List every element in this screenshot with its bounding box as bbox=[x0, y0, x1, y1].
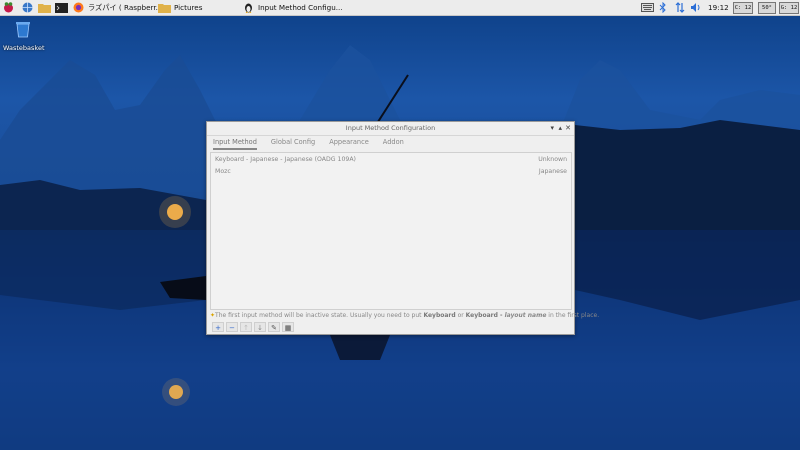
network-icon[interactable] bbox=[675, 0, 685, 15]
tab-global-config[interactable]: Global Config bbox=[271, 138, 315, 150]
wastebasket-desktop-icon[interactable]: Wastebasket bbox=[3, 20, 45, 52]
folder-icon bbox=[158, 4, 171, 13]
move-down-button[interactable]: ↓ bbox=[254, 322, 266, 332]
task-label: Pictures bbox=[174, 3, 203, 12]
firefox-icon[interactable] bbox=[73, 0, 84, 15]
browser-globe-icon[interactable] bbox=[22, 0, 33, 15]
input-method-name: Keyboard - Japanese - Japanese (OADG 109… bbox=[215, 156, 356, 163]
wastebasket-label: Wastebasket bbox=[3, 44, 45, 52]
list-toolbar: + − ↑ ↓ ✎ ▦ bbox=[212, 322, 296, 332]
temperature-monitor[interactable]: 50° bbox=[758, 2, 776, 14]
add-button[interactable]: + bbox=[212, 322, 224, 332]
maximize-icon[interactable]: ▴ bbox=[558, 124, 562, 132]
list-item[interactable]: Mozc Japanese bbox=[211, 167, 571, 177]
trash-icon bbox=[16, 22, 30, 38]
minimize-icon[interactable]: ▾ bbox=[550, 124, 554, 132]
penguin-icon bbox=[245, 3, 252, 13]
list-item[interactable]: Keyboard - Japanese - Japanese (OADG 109… bbox=[211, 155, 571, 165]
raspberry-menu-icon[interactable] bbox=[3, 0, 14, 15]
file-manager-icon[interactable] bbox=[38, 0, 51, 15]
input-method-name: Mozc bbox=[215, 168, 231, 175]
keyboard-layout-button[interactable]: ▦ bbox=[282, 322, 294, 332]
input-method-language: Unknown bbox=[538, 156, 567, 163]
bluetooth-icon[interactable] bbox=[659, 0, 667, 15]
input-method-language: Japanese bbox=[538, 168, 567, 175]
taskbar-task-input-method[interactable]: Input Method Configu... bbox=[243, 0, 343, 15]
tab-bar: Input Method Global Config Appearance Ad… bbox=[213, 138, 418, 150]
input-method-list[interactable]: Keyboard - Japanese - Japanese (OADG 109… bbox=[210, 152, 572, 310]
window-title: Input Method Configuration bbox=[345, 124, 436, 132]
tab-addon[interactable]: Addon bbox=[383, 138, 404, 150]
taskbar-task-browser[interactable]: ラズパイ ( Raspberr... bbox=[88, 0, 163, 15]
gpu-monitor[interactable]: G: 12 bbox=[779, 2, 799, 14]
tab-appearance[interactable]: Appearance bbox=[329, 138, 369, 150]
close-icon[interactable]: ✕ bbox=[565, 124, 571, 132]
task-label: Input Method Configu... bbox=[258, 3, 343, 12]
clock[interactable]: 19:12 bbox=[708, 0, 729, 15]
terminal-icon[interactable] bbox=[55, 0, 68, 15]
cpu-monitor[interactable]: C: 12 bbox=[733, 2, 753, 14]
hint-text: ✦The first input method will be inactive… bbox=[210, 312, 600, 319]
input-method-config-window: Input Method Configuration ▾ ▴ ✕ Input M… bbox=[206, 121, 599, 335]
titlebar[interactable]: Input Method Configuration ▾ ▴ ✕ bbox=[207, 122, 574, 136]
taskbar-task-pictures[interactable]: Pictures bbox=[158, 0, 202, 15]
move-up-button[interactable]: ↑ bbox=[240, 322, 252, 332]
taskbar: ラズパイ ( Raspberr... Pictures Input Method… bbox=[0, 0, 800, 16]
remove-button[interactable]: − bbox=[226, 322, 238, 332]
keyboard-icon[interactable] bbox=[641, 0, 654, 15]
volume-icon[interactable] bbox=[690, 0, 702, 15]
tab-input-method[interactable]: Input Method bbox=[213, 138, 257, 150]
task-label: ラズパイ ( Raspberr... bbox=[88, 2, 163, 12]
configure-button[interactable]: ✎ bbox=[268, 322, 280, 332]
